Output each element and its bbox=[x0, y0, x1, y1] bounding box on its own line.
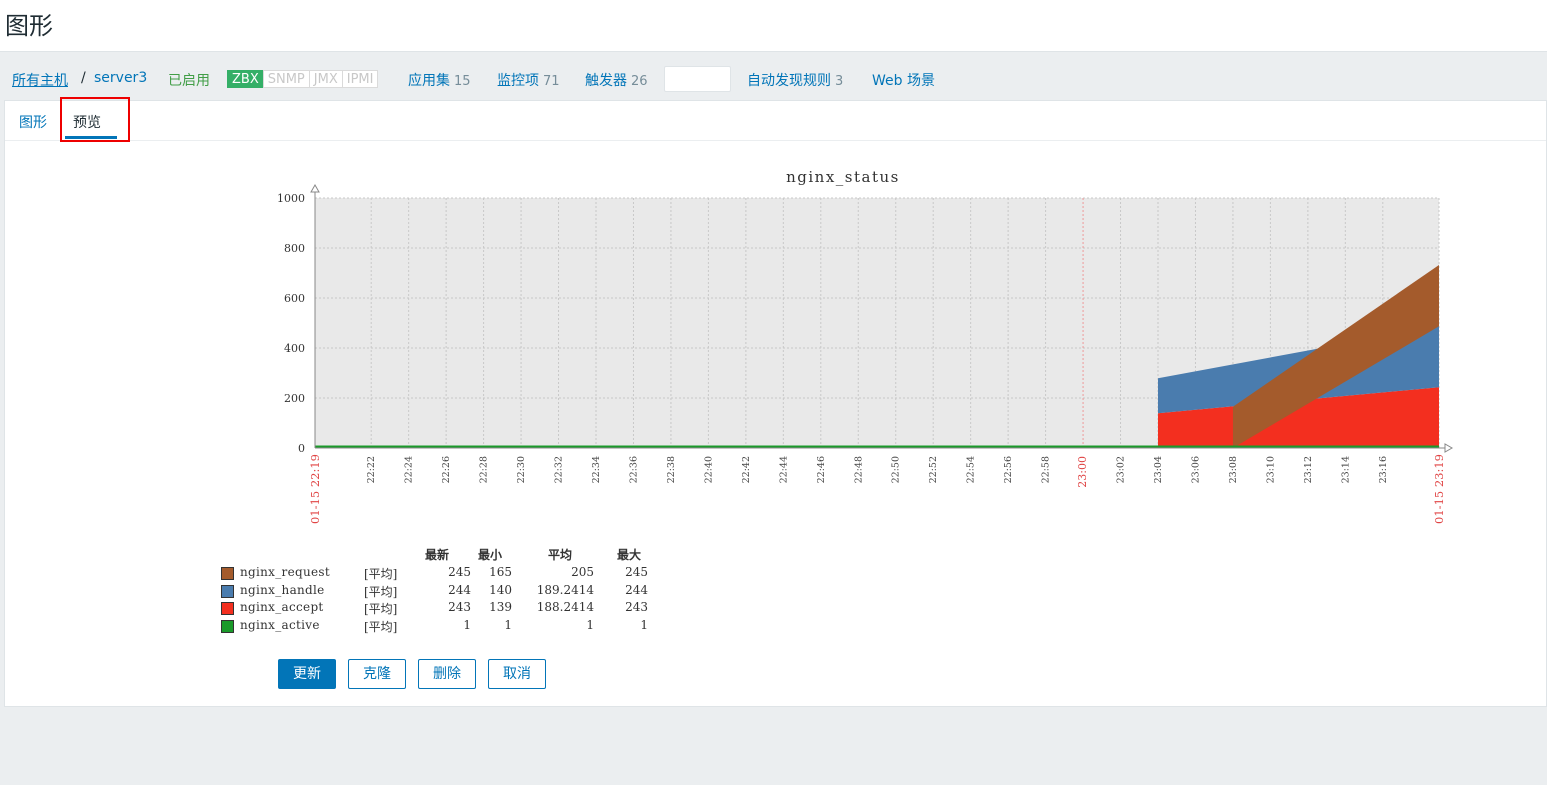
legend-function: [平均] bbox=[364, 567, 398, 581]
x-tick-label: 23:00 bbox=[1076, 456, 1089, 488]
x-tick-label: 22:56 bbox=[1003, 456, 1014, 483]
x-tick-label: 23:16 bbox=[1378, 456, 1389, 483]
legend-row-nginx_accept: nginx_accept [平均] 243 139 188.2414 243 bbox=[220, 599, 660, 617]
legend-row-nginx_request: nginx_request [平均] 245 165 205 245 bbox=[220, 564, 660, 581]
x-start-label: 01-15 22:19 bbox=[308, 454, 322, 524]
y-tick-label: 600 bbox=[284, 292, 305, 305]
x-tick-label: 22:32 bbox=[554, 456, 565, 483]
x-tick-label: 22:52 bbox=[928, 456, 939, 483]
legend-value-avg: 205 bbox=[571, 565, 594, 579]
x-tick-label: 22:30 bbox=[516, 456, 527, 483]
x-tick-label: 22:38 bbox=[666, 456, 677, 483]
cancel-button[interactable]: 取消 bbox=[488, 659, 546, 689]
x-tick-label: 22:22 bbox=[366, 456, 377, 483]
chart-title: nginx_status bbox=[786, 168, 900, 186]
x-tick-label: 22:54 bbox=[966, 456, 977, 483]
legend-header-last: 最新 bbox=[425, 548, 450, 562]
x-end-label: 01-15 23:19 bbox=[1432, 454, 1446, 524]
y-tick-label: 0 bbox=[298, 442, 305, 455]
legend-function: [平均] bbox=[364, 584, 398, 599]
update-button[interactable]: 更新 bbox=[278, 659, 336, 689]
x-tick-label: 22:58 bbox=[1041, 456, 1052, 483]
x-tick-label: 22:46 bbox=[816, 456, 827, 483]
legend-value-avg: 188.2414 bbox=[536, 600, 594, 615]
x-tick-label: 23:08 bbox=[1228, 456, 1239, 483]
legend-row-nginx_handle: nginx_handle [平均] 244 140 189.2414 244 bbox=[220, 582, 660, 599]
legend-series-name: nginx_accept bbox=[240, 600, 324, 615]
legend-series-name: nginx_active bbox=[240, 618, 320, 633]
legend-value-max: 1 bbox=[640, 618, 648, 633]
x-tick-label: 22:28 bbox=[479, 456, 490, 483]
graph-preview-chart: nginx_status 02004006008001000 22:22 22:2… bbox=[277, 168, 1454, 524]
y-tick-label: 800 bbox=[284, 242, 305, 255]
legend-value-min: 1 bbox=[504, 618, 512, 633]
x-tick-label: 22:44 bbox=[778, 456, 789, 483]
legend-swatch bbox=[221, 620, 234, 634]
legend-function: [平均] bbox=[364, 602, 398, 617]
legend-header-max: 最大 bbox=[617, 548, 642, 562]
y-tick-labels: 0 200 400 600 800 1000 bbox=[277, 192, 305, 455]
y-axis-arrow bbox=[310, 183, 320, 193]
y-tick-label: 400 bbox=[284, 342, 305, 355]
x-tick-label: 22:36 bbox=[628, 456, 639, 483]
legend-value-max: 245 bbox=[625, 565, 648, 579]
x-tick-label: 22:34 bbox=[591, 456, 602, 483]
legend-value-avg: 1 bbox=[586, 618, 594, 633]
x-tick-label: 23:02 bbox=[1116, 456, 1127, 483]
legend-function: [平均] bbox=[364, 620, 398, 635]
x-tick-label: 22:40 bbox=[703, 456, 714, 483]
legend-value-min: 140 bbox=[489, 582, 512, 597]
x-axis-arrow bbox=[1444, 443, 1454, 453]
x-tick-label: 23:14 bbox=[1340, 456, 1351, 483]
x-tick-label: 22:24 bbox=[404, 456, 415, 483]
legend-series-name: nginx_handle bbox=[240, 582, 325, 597]
legend-swatch bbox=[221, 567, 234, 580]
x-tick-label: 23:04 bbox=[1153, 456, 1164, 483]
form-buttons: 更新 克隆 删除 取消 bbox=[278, 659, 546, 689]
x-tick-label: 23:06 bbox=[1190, 456, 1201, 483]
legend-series-name: nginx_request bbox=[240, 565, 330, 579]
legend-header-min: 最小 bbox=[478, 548, 503, 562]
x-tick-label: 23:12 bbox=[1303, 456, 1314, 483]
x-tick-label: 22:42 bbox=[741, 456, 752, 483]
legend-value-min: 139 bbox=[489, 600, 512, 615]
y-tick-label: 1000 bbox=[277, 192, 305, 205]
x-tick-labels: 22:22 22:24 22:26 22:28 22:30 22:32 22:34 22:36… bbox=[308, 454, 1446, 524]
legend-row-nginx_active: nginx_active [平均] 1 1 1 1 bbox=[220, 617, 660, 635]
x-tick-label: 23:10 bbox=[1265, 456, 1276, 483]
legend-value-max: 243 bbox=[625, 600, 648, 615]
delete-button[interactable]: 删除 bbox=[418, 659, 476, 689]
legend-value-max: 244 bbox=[625, 582, 648, 597]
x-tick-label: 22:26 bbox=[441, 456, 452, 483]
legend-header-avg: 平均 bbox=[548, 548, 573, 562]
x-tick-label: 22:48 bbox=[853, 456, 864, 483]
clone-button[interactable]: 克隆 bbox=[348, 659, 406, 689]
legend-value-avg: 189.2414 bbox=[536, 582, 594, 597]
legend-swatch bbox=[221, 584, 234, 598]
x-tick-label: 22:50 bbox=[891, 456, 902, 483]
legend-swatch bbox=[221, 602, 234, 616]
legend-value-min: 165 bbox=[489, 565, 512, 579]
y-tick-label: 200 bbox=[284, 392, 305, 405]
